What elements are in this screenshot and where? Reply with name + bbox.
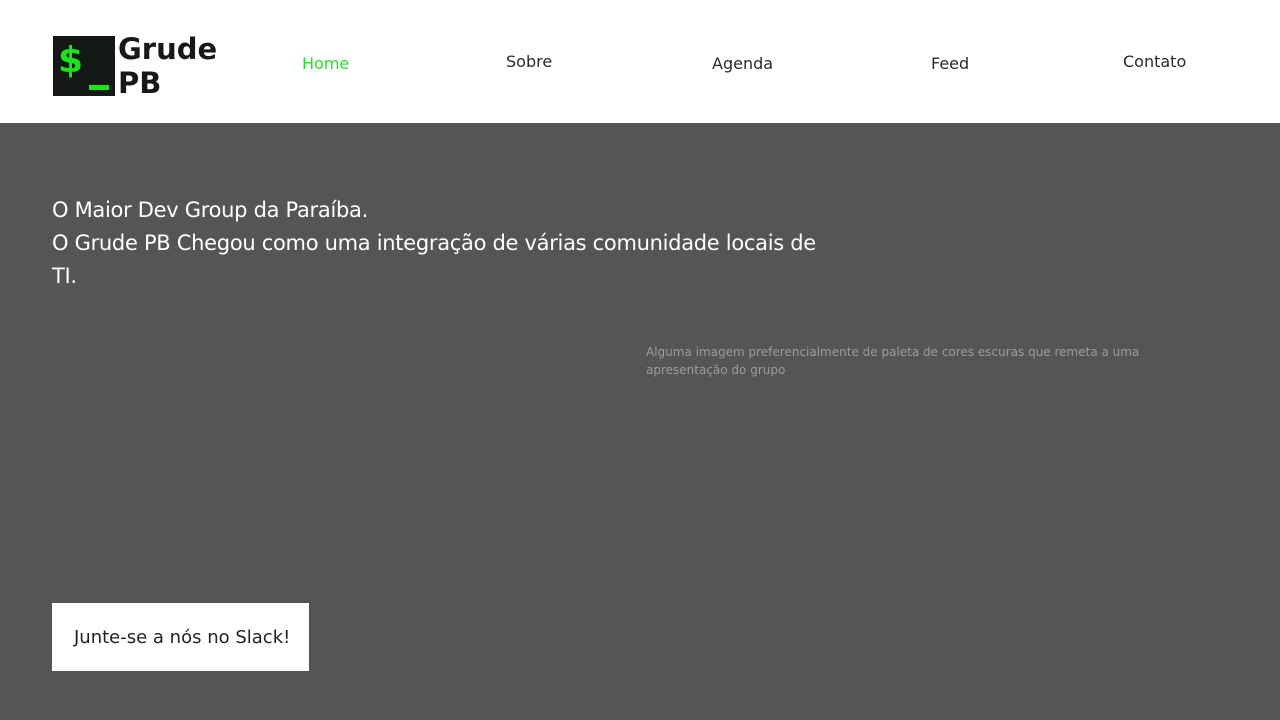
logo[interactable]: $ Grude PB — [53, 32, 223, 100]
logo-text: Grude PB — [118, 32, 217, 100]
nav-agenda[interactable]: Agenda — [712, 54, 773, 73]
nav-contato[interactable]: Contato — [1123, 52, 1186, 71]
nav-sobre[interactable]: Sobre — [506, 52, 552, 71]
logo-text-line1: Grude — [118, 32, 218, 66]
nav-feed[interactable]: Feed — [931, 54, 969, 73]
logo-text-line2: PB — [118, 66, 162, 100]
hero-heading: O Maior Dev Group da Paraíba. O Grude PB… — [52, 194, 842, 293]
hero-line-1: O Maior Dev Group da Paraíba. — [52, 198, 368, 222]
hero-line-2: O Grude PB Chegou como uma integração de… — [52, 231, 816, 288]
join-slack-button[interactable]: Junte-se a nós no Slack! — [52, 603, 309, 671]
terminal-logo-icon: $ — [53, 36, 115, 96]
nav-home[interactable]: Home — [302, 54, 349, 73]
cursor-underscore-icon — [89, 85, 109, 90]
image-placeholder-text: Alguma imagem preferencialmente de palet… — [646, 345, 1140, 377]
dollar-sign-icon: $ — [58, 40, 84, 81]
site-header: $ Grude PB Home Sobre Agenda Feed Contat… — [0, 0, 1280, 123]
